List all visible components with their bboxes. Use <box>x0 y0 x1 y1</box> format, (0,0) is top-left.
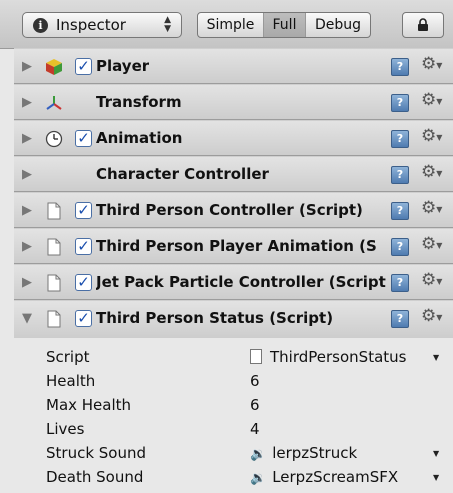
mode-simple-button[interactable]: Simple <box>198 13 264 37</box>
property-death-sound: Death Sound 🔉 LerpzScreamSFX ▼ <box>0 465 453 489</box>
script-file-icon <box>47 238 61 256</box>
component-enabled-checkbox[interactable]: ✓ <box>75 274 92 291</box>
clock-icon <box>45 130 63 148</box>
gear-icon[interactable]: ⚙▼ <box>421 306 442 326</box>
lock-icon <box>418 18 428 31</box>
help-icon[interactable]: ? <box>391 274 409 292</box>
property-label: Script <box>46 348 90 366</box>
component-enabled-checkbox[interactable]: ✓ <box>75 310 92 327</box>
help-icon[interactable]: ? <box>391 94 409 112</box>
foldout-arrow-icon[interactable]: ▶ <box>22 167 32 182</box>
component-title: Player <box>96 57 150 75</box>
gear-icon[interactable]: ⚙▼ <box>421 162 442 182</box>
component-title: Animation <box>96 129 183 147</box>
lock-button[interactable] <box>402 12 444 38</box>
chevron-down-icon[interactable]: ▼ <box>433 473 439 482</box>
component-title: Jet Pack Particle Controller (Script <box>96 273 386 291</box>
property-label: Struck Sound <box>46 444 147 462</box>
chevron-down-icon[interactable]: ▼ <box>433 353 439 362</box>
property-label: Max Health <box>46 396 132 414</box>
component-enabled-checkbox[interactable]: ✓ <box>75 130 92 147</box>
property-struck-sound: Struck Sound 🔉 lerpzStruck ▼ <box>0 441 453 465</box>
gear-icon[interactable]: ⚙▼ <box>421 54 442 74</box>
mode-full-button[interactable]: Full <box>264 13 306 37</box>
component-enabled-checkbox[interactable]: ✓ <box>75 58 92 75</box>
property-lives: Lives 4 <box>0 417 453 441</box>
help-icon[interactable]: ? <box>391 58 409 76</box>
property-label: Lives <box>46 420 85 438</box>
help-icon[interactable]: ? <box>391 310 409 328</box>
audio-clip-icon: 🔉 <box>250 471 267 486</box>
component-third-person-player-animation[interactable]: ▶ ✓ Third Person Player Animation (S ? ⚙… <box>14 228 453 264</box>
property-script: Script ThirdPersonStatus ▼ <box>0 345 453 369</box>
help-icon[interactable]: ? <box>391 238 409 256</box>
property-value: LerpzScreamSFX <box>272 468 399 486</box>
gear-icon[interactable]: ⚙▼ <box>421 270 442 290</box>
foldout-arrow-icon[interactable]: ▶ <box>22 203 32 218</box>
mode-selector: Simple Full Debug <box>197 12 371 38</box>
property-label: Death Sound <box>46 468 144 486</box>
property-value: ThirdPersonStatus <box>270 348 407 366</box>
script-field[interactable]: ThirdPersonStatus <box>250 348 406 366</box>
max-health-field[interactable]: 6 <box>250 396 260 414</box>
component-enabled-checkbox[interactable]: ✓ <box>75 202 92 219</box>
inspector-dropdown[interactable]: i Inspector ▲ ▼ <box>22 12 182 38</box>
audio-clip-icon: 🔉 <box>250 447 267 462</box>
component-third-person-controller[interactable]: ▶ ✓ Third Person Controller (Script) ? ⚙… <box>14 192 453 228</box>
component-title: Third Person Controller (Script) <box>96 201 363 219</box>
inspector-toolbar: i Inspector ▲ ▼ Simple Full Debug <box>0 0 453 49</box>
struck-sound-field[interactable]: 🔉 lerpzStruck <box>250 444 357 462</box>
cube-icon <box>46 59 62 75</box>
component-character-controller[interactable]: ▶ Character Controller ? ⚙▼ <box>14 156 453 192</box>
foldout-arrow-icon[interactable]: ▶ <box>22 239 32 254</box>
script-file-icon <box>250 349 262 364</box>
property-health: Health 6 <box>0 369 453 393</box>
death-sound-field[interactable]: 🔉 LerpzScreamSFX <box>250 468 398 486</box>
foldout-arrow-icon[interactable]: ▶ <box>22 59 32 74</box>
property-max-health: Max Health 6 <box>0 393 453 417</box>
info-icon: i <box>33 17 48 33</box>
dropdown-arrows-icon: ▲ ▼ <box>164 15 171 34</box>
property-label: Health <box>46 372 96 390</box>
transform-axes-icon <box>46 96 62 110</box>
component-enabled-checkbox[interactable]: ✓ <box>75 238 92 255</box>
script-file-icon <box>47 310 61 328</box>
mode-debug-button[interactable]: Debug <box>306 13 370 37</box>
component-title: Third Person Status (Script) <box>96 309 334 327</box>
gear-icon[interactable]: ⚙▼ <box>421 90 442 110</box>
inspector-label: Inspector <box>56 16 126 34</box>
component-title: Character Controller <box>96 165 269 183</box>
foldout-arrow-expanded-icon[interactable]: ▼ <box>22 311 32 326</box>
help-icon[interactable]: ? <box>391 166 409 184</box>
component-title: Transform <box>96 93 182 111</box>
lives-field[interactable]: 4 <box>250 420 260 438</box>
chevron-down-icon[interactable]: ▼ <box>433 449 439 458</box>
health-field[interactable]: 6 <box>250 372 260 390</box>
component-animation[interactable]: ▶ ✓ Animation ? ⚙▼ <box>14 120 453 156</box>
gear-icon[interactable]: ⚙▼ <box>421 126 442 146</box>
help-icon[interactable]: ? <box>391 202 409 220</box>
component-player[interactable]: ▶ ✓ Player ? ⚙▼ <box>14 48 453 84</box>
component-jet-pack-particle-controller[interactable]: ▶ ✓ Jet Pack Particle Controller (Script… <box>14 264 453 300</box>
foldout-arrow-icon[interactable]: ▶ <box>22 95 32 110</box>
foldout-arrow-icon[interactable]: ▶ <box>22 131 32 146</box>
gear-icon[interactable]: ⚙▼ <box>421 198 442 218</box>
help-icon[interactable]: ? <box>391 130 409 148</box>
component-third-person-status[interactable]: ▼ ✓ Third Person Status (Script) ? ⚙▼ <box>14 300 453 338</box>
property-value: lerpzStruck <box>272 444 358 462</box>
script-file-icon <box>47 202 61 220</box>
component-title: Third Person Player Animation (S <box>96 237 377 255</box>
gear-icon[interactable]: ⚙▼ <box>421 234 442 254</box>
component-transform[interactable]: ▶ Transform ? ⚙▼ <box>14 84 453 120</box>
foldout-arrow-icon[interactable]: ▶ <box>22 275 32 290</box>
script-file-icon <box>47 274 61 292</box>
